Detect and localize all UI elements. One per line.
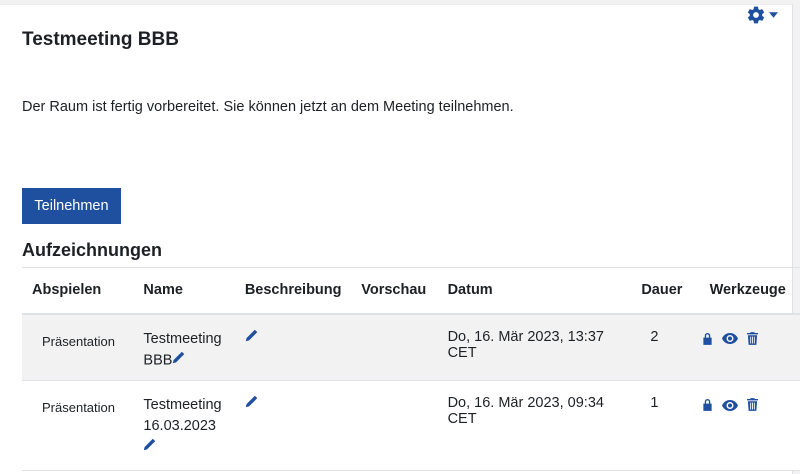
preview-cell [351, 380, 438, 471]
duration-cell: 1 [631, 380, 700, 471]
table-row: Präsentation Testmeeting BBB Do, 16. Mär… [22, 313, 800, 381]
pencil-icon[interactable] [245, 329, 258, 346]
header-date[interactable]: Datum [437, 267, 632, 315]
date-cell: Do, 16. Mär 2023, 09:34 CET [437, 380, 632, 471]
eye-icon[interactable] [721, 399, 738, 415]
table-header-row: Abspielen Name Beschreibung Vorschau Dat… [22, 267, 800, 315]
tools-cell [699, 313, 800, 381]
recording-name-line2: BBB [143, 351, 173, 368]
page-title: Testmeeting BBB [22, 29, 179, 50]
status-message: Der Raum ist fertig vorbereitet. Sie kön… [22, 99, 514, 115]
trash-icon[interactable] [746, 398, 758, 415]
description-cell [234, 313, 352, 381]
pencil-icon[interactable] [143, 437, 156, 458]
duration-cell: 2 [631, 313, 700, 381]
header-name[interactable]: Name [133, 267, 235, 315]
recordings-table: Abspielen Name Beschreibung Vorschau Dat… [22, 267, 800, 471]
header-description[interactable]: Beschreibung [234, 267, 352, 315]
play-link[interactable]: Präsentation [22, 380, 134, 471]
eye-icon[interactable] [721, 332, 738, 348]
header-tools[interactable]: Werkzeuge [699, 267, 800, 315]
pencil-icon[interactable] [172, 350, 185, 371]
header-duration[interactable]: Dauer [631, 267, 700, 315]
preview-cell [351, 313, 438, 381]
header-play[interactable]: Abspielen [22, 267, 134, 315]
table-row: Präsentation Testmeeting 16.03.2023 Do, … [22, 380, 800, 471]
caret-down-icon [769, 12, 778, 18]
main-card: Testmeeting BBB Der Raum ist fertig vorb… [0, 4, 800, 474]
name-cell: Testmeeting BBB [133, 313, 235, 381]
name-cell: Testmeeting 16.03.2023 [133, 380, 235, 471]
recordings-title: Aufzeichnungen [22, 240, 162, 260]
recording-name-line2: 16.03.2023 [143, 418, 216, 434]
lock-icon[interactable] [702, 398, 713, 415]
trash-icon[interactable] [746, 331, 758, 349]
actions-menu[interactable] [746, 5, 778, 25]
lock-icon[interactable] [702, 332, 713, 349]
tools-cell [699, 380, 800, 471]
recording-name-line1: Testmeeting [143, 397, 222, 413]
gear-icon [746, 5, 766, 25]
description-cell [234, 380, 352, 471]
header-preview[interactable]: Vorschau [351, 267, 438, 315]
play-link[interactable]: Präsentation [22, 313, 134, 381]
date-cell: Do, 16. Mär 2023, 13:37 CET [437, 313, 632, 381]
recording-name-line1: Testmeeting [143, 330, 222, 347]
join-button[interactable]: Teilnehmen [22, 188, 121, 224]
pencil-icon[interactable] [245, 395, 258, 412]
